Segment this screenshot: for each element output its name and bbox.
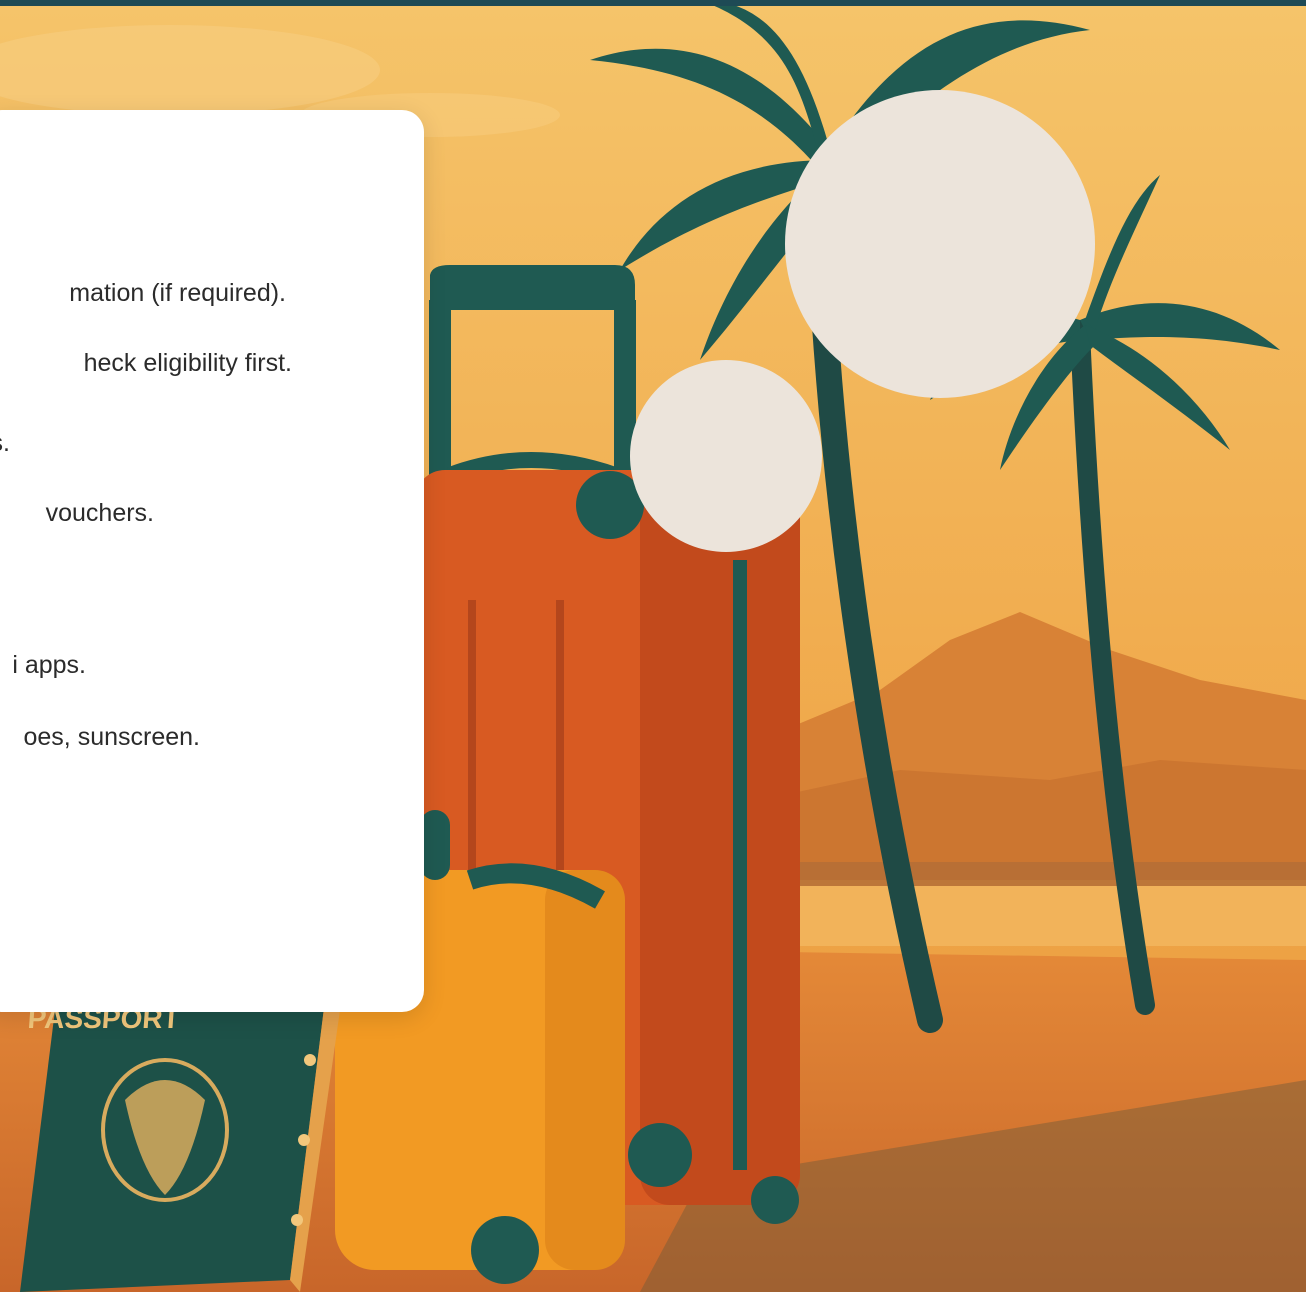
decorative-circle-large [785,90,1095,398]
travel-checklist-screen: PASSPORT mation (if required). heck elig… [0,0,1306,1292]
checklist-card: mation (if required). heck eligibility f… [0,110,424,1012]
passport-icon: PASSPORT [20,1000,340,1292]
top-strip [0,0,1306,6]
decorative-circle-small [630,360,822,552]
